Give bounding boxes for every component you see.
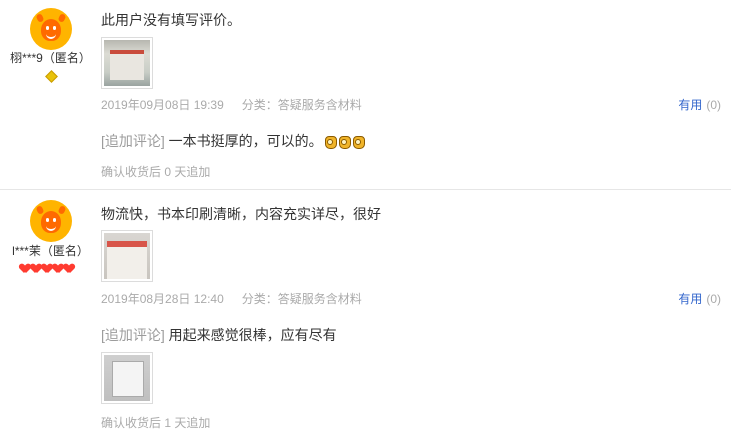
append-label: [追加评论] bbox=[101, 327, 165, 343]
ok-hand-emoji-icon bbox=[324, 133, 337, 149]
append-review: [追加评论] 用起来感觉很棒，应有尽有 bbox=[101, 325, 337, 345]
review-category: 分类：答疑服务含材料 bbox=[241, 292, 362, 306]
review-meta: 2019年09月08日 19:39 分类：答疑服务含材料 bbox=[101, 96, 362, 113]
review-photo[interactable] bbox=[101, 230, 153, 282]
username: l***茉（匿名） bbox=[12, 244, 89, 258]
review-date: 2019年09月08日 19:39 bbox=[101, 98, 224, 112]
append-note: 确认收货后 1 天追加 bbox=[101, 416, 211, 430]
rank-badge bbox=[46, 71, 57, 83]
useful-count: (0) bbox=[706, 98, 721, 112]
avatar[interactable] bbox=[30, 8, 72, 50]
review-content: 此用户没有填写评价。 bbox=[101, 12, 241, 28]
ok-hand-emoji-icon bbox=[352, 133, 365, 149]
review-date: 2019年08月28日 12:40 bbox=[101, 292, 224, 306]
avatar[interactable] bbox=[30, 200, 72, 242]
heart-icon bbox=[64, 264, 74, 273]
append-photo[interactable] bbox=[101, 352, 153, 404]
ok-hand-emoji-icon bbox=[338, 133, 351, 149]
useful-vote[interactable]: 有用 (0) bbox=[678, 290, 721, 307]
useful-vote[interactable]: 有用 (0) bbox=[678, 96, 721, 113]
useful-count: (0) bbox=[706, 292, 721, 306]
append-text: 一本书挺厚的，可以的。 bbox=[168, 133, 323, 149]
diamond-icon bbox=[46, 71, 56, 80]
review-content: 物流快，书本印刷清晰，内容充实详尽，很好 bbox=[101, 206, 381, 222]
review-item: l***茉（匿名） 物流快，书本印刷清晰，内容充实详尽，很好 2019年08月2… bbox=[0, 189, 731, 436]
review-item: 栩***9（匿名） 此用户没有填写评价。 2019年09月08日 19:39 分类… bbox=[0, 0, 731, 189]
review-meta: 2019年08月28日 12:40 分类：答疑服务含材料 bbox=[101, 290, 362, 307]
useful-button[interactable]: 有用 bbox=[678, 292, 702, 306]
append-text: 用起来感觉很棒，应有尽有 bbox=[168, 327, 337, 343]
review-photo[interactable] bbox=[101, 37, 153, 89]
review-category: 分类：答疑服务含材料 bbox=[241, 98, 362, 112]
append-review: [追加评论] 一本书挺厚的，可以的。 bbox=[101, 131, 365, 151]
append-note: 确认收货后 0 天追加 bbox=[101, 165, 211, 179]
useful-button[interactable]: 有用 bbox=[678, 98, 702, 112]
username: 栩***9（匿名） bbox=[10, 51, 91, 65]
rank-badge bbox=[20, 264, 75, 276]
append-label: [追加评论] bbox=[101, 133, 165, 149]
